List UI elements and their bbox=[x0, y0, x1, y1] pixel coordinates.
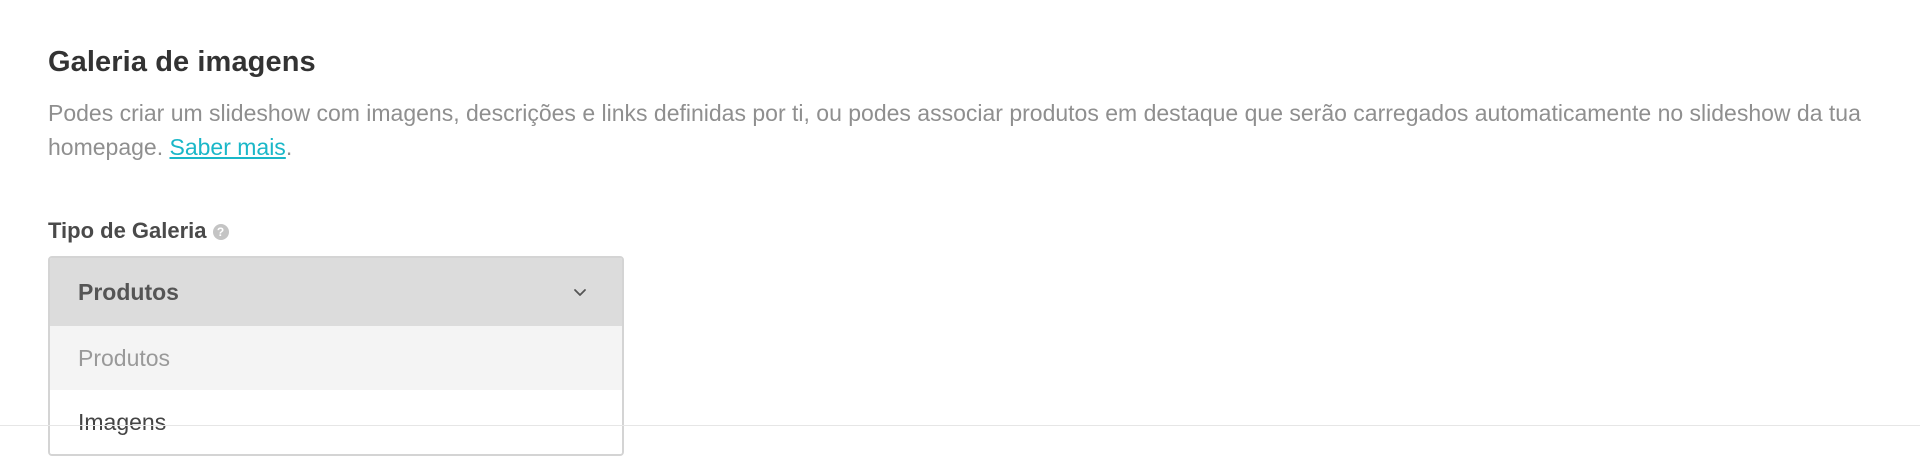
dropdown-selected-value: Produtos bbox=[78, 278, 179, 305]
section-description: Podes criar um slideshow com imagens, de… bbox=[48, 96, 1878, 164]
section-divider bbox=[0, 425, 1920, 426]
gallery-type-label: Tipo de Galeria ? bbox=[48, 218, 229, 244]
page: Galeria de imagens Podes criar um slides… bbox=[0, 0, 1920, 474]
learn-more-link[interactable]: Saber mais bbox=[169, 134, 285, 160]
dropdown-toggle[interactable]: Produtos bbox=[50, 258, 622, 326]
description-period: . bbox=[285, 134, 293, 160]
gallery-type-dropdown[interactable]: Produtos Produtos Imagens bbox=[48, 256, 624, 456]
gallery-type-label-text: Tipo de Galeria bbox=[48, 218, 207, 243]
chevron-down-icon bbox=[574, 289, 586, 296]
dropdown-option-imagens[interactable]: Imagens bbox=[50, 390, 622, 454]
section-title: Galeria de imagens bbox=[48, 46, 316, 78]
dropdown-option-produtos[interactable]: Produtos bbox=[50, 326, 622, 390]
question-icon[interactable]: ? bbox=[212, 224, 229, 240]
description-text: Podes criar um slideshow com imagens, de… bbox=[48, 100, 1861, 160]
